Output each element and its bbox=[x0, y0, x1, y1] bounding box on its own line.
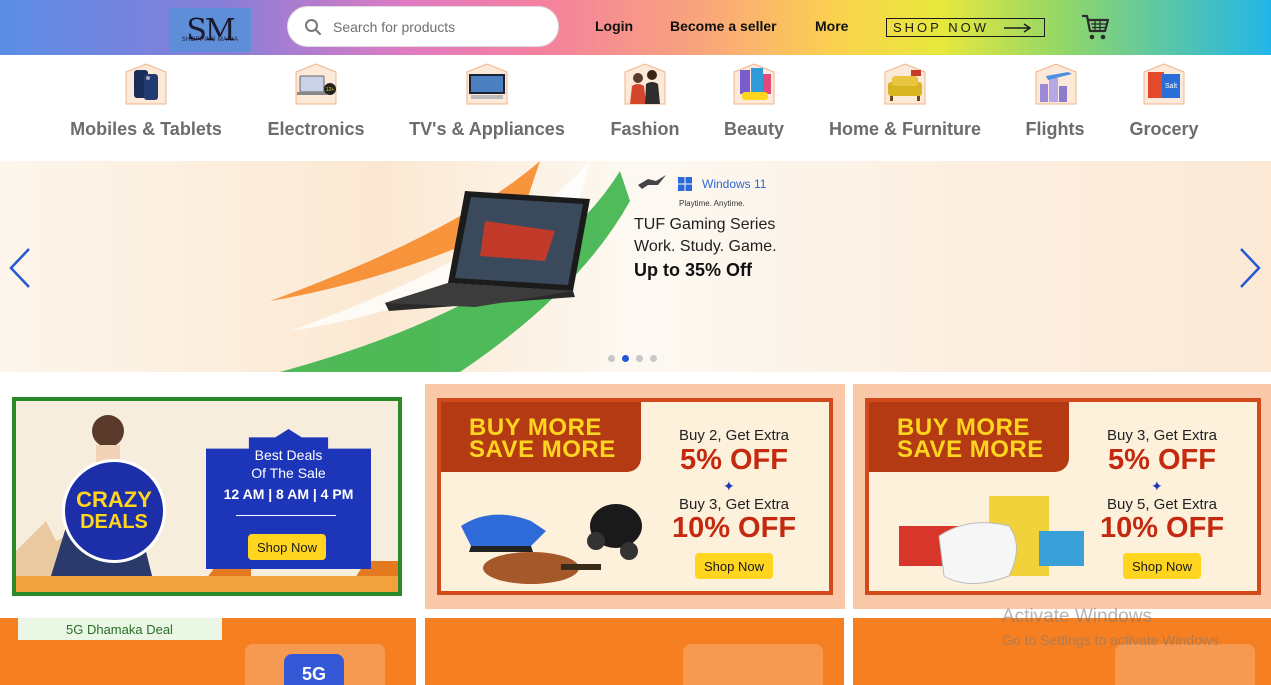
divider-star-icon: ✦ bbox=[1151, 478, 1163, 494]
products-image bbox=[461, 504, 642, 584]
carousel-dot[interactable] bbox=[608, 355, 615, 362]
crazy-deals-banner[interactable]: Best Deals Of The Sale 12 AM | 8 AM | 4 … bbox=[12, 397, 402, 596]
activate-windows-title: Activate Windows bbox=[1002, 606, 1152, 627]
deals-title-2: Of The Sale bbox=[251, 465, 326, 481]
category-home-furniture[interactable]: Home & Furniture bbox=[822, 55, 988, 160]
buy-more-shop-button[interactable]: Shop Now bbox=[1123, 553, 1201, 579]
deal-card[interactable] bbox=[853, 618, 1271, 685]
deal-card[interactable] bbox=[425, 618, 844, 685]
category-tv-appliances[interactable]: TV's & Appliances bbox=[405, 55, 569, 160]
category-bar: Mobiles & Tablets 12+ Electronics TV's &… bbox=[0, 55, 1271, 160]
deals-divider bbox=[236, 515, 336, 516]
beauty-icon bbox=[733, 63, 775, 105]
activate-windows-subtitle: Go to Settings to activate Windows. bbox=[1002, 632, 1223, 648]
top-header: SM SHOPPING MANIA Login Become a seller … bbox=[0, 0, 1271, 55]
windows-logo-icon bbox=[678, 177, 692, 191]
laptop-image bbox=[385, 191, 590, 311]
hero-offer: Up to 35% Off bbox=[634, 260, 753, 280]
deals-times: 12 AM | 8 AM | 4 PM bbox=[223, 486, 354, 502]
shop-now-label: SHOP NOW bbox=[893, 20, 989, 35]
fashion-icon bbox=[624, 63, 666, 105]
crazy-deals-inner: Best Deals Of The Sale 12 AM | 8 AM | 4 … bbox=[16, 401, 398, 592]
site-logo[interactable]: SM SHOPPING MANIA bbox=[169, 8, 251, 52]
hero-title: TUF Gaming Series bbox=[634, 216, 776, 233]
offer-line-1: Buy 3, Get Extra bbox=[1106, 427, 1218, 444]
logo-subtitle: SHOPPING MANIA bbox=[181, 37, 239, 43]
save-more-title: SAVE MORE bbox=[469, 436, 616, 463]
category-label: Grocery bbox=[1129, 119, 1199, 139]
category-label: Fashion bbox=[610, 119, 680, 139]
carousel-dot-active[interactable] bbox=[622, 355, 629, 362]
phone-icon bbox=[125, 63, 167, 105]
hero-tagline: Playtime. Anytime. bbox=[679, 199, 745, 208]
furniture-icon bbox=[884, 63, 926, 105]
search-input[interactable] bbox=[333, 15, 543, 39]
category-electronics[interactable]: 12+ Electronics bbox=[262, 55, 370, 160]
deal-card-panel bbox=[683, 644, 823, 685]
cart-icon[interactable] bbox=[1080, 12, 1110, 42]
offer-line-2: Buy 3, Get Extra bbox=[678, 496, 790, 513]
arrow-right-icon bbox=[1004, 23, 1032, 33]
crazy-deals-shop-button[interactable]: Shop Now bbox=[248, 534, 326, 560]
deals-title-1: Best Deals bbox=[254, 447, 323, 463]
category-label: Mobiles & Tablets bbox=[70, 119, 222, 139]
category-flights[interactable]: Flights bbox=[1020, 55, 1090, 160]
deal-card-panel bbox=[1115, 644, 1255, 685]
deal-card-5g[interactable]: 5G Dhamaka Deal 5G bbox=[0, 618, 416, 685]
category-label: TV's & Appliances bbox=[409, 119, 565, 139]
products-image bbox=[899, 496, 1084, 584]
buy-more-frame: BUY MORE SAVE MORE Buy 3, Get Extra 5% O… bbox=[865, 398, 1261, 595]
category-grocery[interactable]: Salt Grocery bbox=[1126, 55, 1202, 160]
offer-percent-2: 10% OFF bbox=[1099, 512, 1225, 544]
crazy-label: CRAZY bbox=[76, 487, 152, 512]
buy-more-banner-1[interactable]: BUY MORE SAVE MORE Buy 2, Get Extra 5% O… bbox=[425, 384, 845, 609]
search-box bbox=[287, 6, 559, 47]
buy-more-inner: BUY MORE SAVE MORE Buy 3, Get Extra 5% O… bbox=[869, 402, 1257, 591]
search-icon[interactable] bbox=[304, 18, 322, 36]
carousel-prev-icon[interactable] bbox=[7, 247, 33, 289]
shop-now-button[interactable]: SHOP NOW bbox=[886, 18, 1045, 37]
category-label: Flights bbox=[1025, 119, 1085, 139]
offer-line-2: Buy 5, Get Extra bbox=[1106, 496, 1218, 513]
buy-more-banner-2[interactable]: BUY MORE SAVE MORE Buy 3, Get Extra 5% O… bbox=[853, 384, 1271, 609]
category-label: Beauty bbox=[723, 119, 785, 139]
login-link[interactable]: Login bbox=[595, 18, 633, 34]
svg-text:12+: 12+ bbox=[326, 87, 335, 93]
fiveg-badge: 5G bbox=[284, 654, 344, 685]
carousel-dot[interactable] bbox=[636, 355, 643, 362]
buy-more-frame: BUY MORE SAVE MORE Buy 2, Get Extra 5% O… bbox=[437, 398, 833, 595]
deals-label: DEALS bbox=[80, 511, 148, 533]
hero-carousel: Windows 11 Playtime. Anytime. TUF Gaming… bbox=[0, 161, 1271, 372]
flight-icon bbox=[1035, 63, 1077, 105]
carousel-next-icon[interactable] bbox=[1237, 247, 1263, 289]
dhamaka-badge: 5G Dhamaka Deal bbox=[18, 618, 222, 640]
divider-star-icon: ✦ bbox=[723, 478, 735, 494]
category-label: Home & Furniture bbox=[828, 119, 981, 139]
save-more-title: SAVE MORE bbox=[897, 436, 1044, 463]
offer-line-1: Buy 2, Get Extra bbox=[678, 427, 790, 444]
carousel-dot[interactable] bbox=[650, 355, 657, 362]
buy-more-inner: BUY MORE SAVE MORE Buy 2, Get Extra 5% O… bbox=[441, 402, 829, 591]
rog-logo-icon bbox=[638, 175, 666, 189]
grocery-icon: Salt bbox=[1143, 63, 1185, 105]
category-mobiles[interactable]: Mobiles & Tablets bbox=[66, 55, 226, 160]
offer-percent-1: 5% OFF bbox=[1108, 444, 1216, 476]
become-seller-link[interactable]: Become a seller bbox=[670, 18, 777, 34]
carousel-dots bbox=[608, 355, 657, 362]
buy-more-shop-button[interactable]: Shop Now bbox=[695, 553, 773, 579]
windows-label: Windows 11 bbox=[702, 177, 767, 191]
offer-percent-2: 10% OFF bbox=[671, 512, 797, 544]
category-label: Electronics bbox=[267, 119, 365, 139]
category-fashion[interactable]: Fashion bbox=[605, 55, 685, 160]
hero-subtitle: Work. Study. Game. bbox=[634, 238, 777, 255]
category-beauty[interactable]: Beauty bbox=[718, 55, 790, 160]
more-menu[interactable]: More bbox=[815, 18, 848, 34]
laptop-icon: 12+ bbox=[295, 63, 337, 105]
svg-text:Salt: Salt bbox=[1165, 83, 1177, 90]
tv-icon bbox=[466, 63, 508, 105]
hero-brand-row: Windows 11 bbox=[636, 171, 766, 197]
offer-percent-1: 5% OFF bbox=[680, 444, 788, 476]
